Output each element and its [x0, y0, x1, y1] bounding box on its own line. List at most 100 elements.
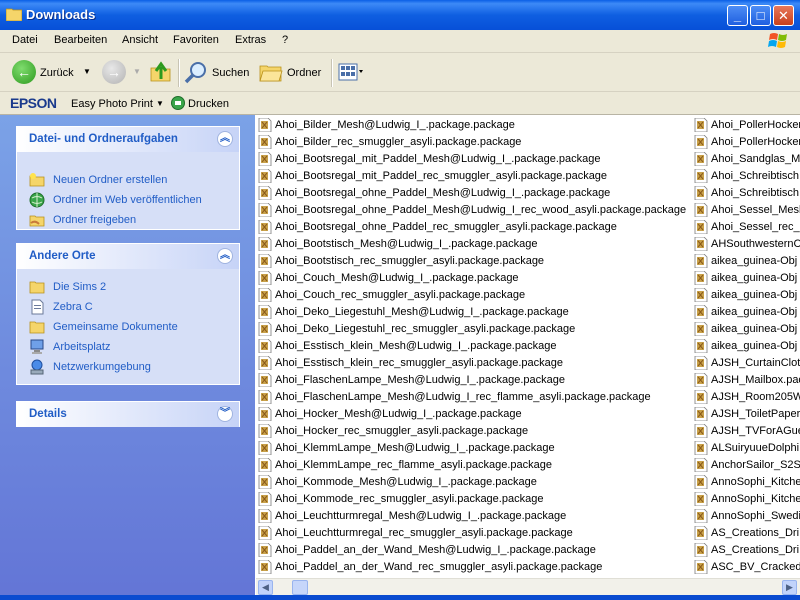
file-name: aikea_guinea-Obj: [711, 323, 798, 335]
menu-bar: Datei Bearbeiten Ansicht Favoriten Extra…: [0, 30, 800, 53]
panel-header[interactable]: Details ︾: [17, 402, 239, 427]
package-file-icon: [694, 134, 708, 150]
package-file-icon: [258, 270, 272, 286]
print-icon[interactable]: [171, 96, 185, 110]
package-file-icon: [258, 559, 272, 575]
document-icon: [31, 299, 44, 315]
back-button[interactable]: ←: [12, 60, 36, 84]
package-file-icon: [694, 253, 708, 269]
folder-icon: [6, 8, 22, 21]
collapse-button[interactable]: ︽: [217, 248, 233, 264]
package-file-icon: [258, 406, 272, 422]
package-file-icon: [694, 270, 708, 286]
details-panel: Details ︾: [16, 401, 240, 427]
file-name: AS_Creations_Dri: [711, 544, 800, 556]
arrow-right-icon: →: [107, 64, 121, 80]
file-name: aikea_guinea-Obj: [711, 255, 798, 267]
search-icon[interactable]: [184, 61, 208, 85]
file-name: Ahoi_Bootstisch_Mesh@Ludwig_I_.package.p…: [275, 238, 538, 250]
back-dropdown-icon[interactable]: ▼: [83, 67, 91, 76]
epson-logo: EPSON: [10, 95, 57, 111]
menu-bearbeiten[interactable]: Bearbeiten: [54, 34, 107, 46]
menu-help[interactable]: ?: [282, 34, 288, 46]
scroll-right-button[interactable]: ▶: [782, 580, 797, 595]
package-file-icon: [694, 202, 708, 218]
file-name: AnnoSophi_Swedi: [711, 510, 800, 522]
folders-icon[interactable]: [259, 62, 283, 82]
file-name: Ahoi_Bootsregal_ohne_Paddel_rec_smuggler…: [275, 221, 617, 233]
easy-photo-print-button[interactable]: Easy Photo Print: [71, 98, 153, 110]
panel-title: Andere Orte: [29, 250, 96, 262]
package-file-icon: [694, 508, 708, 524]
file-name: Ahoi_FlaschenLampe_Mesh@Ludwig_I_rec_fla…: [275, 391, 651, 403]
menu-extras[interactable]: Extras: [235, 34, 266, 46]
easy-photo-print-dropdown-icon[interactable]: ▼: [156, 99, 164, 108]
chevron-up-icon: ︽: [220, 250, 230, 261]
package-file-icon: [694, 542, 708, 558]
minimize-icon: _: [733, 8, 742, 23]
window-title: Downloads: [26, 7, 96, 22]
package-file-icon: [258, 253, 272, 269]
file-name: Ahoi_Deko_Liegestuhl_Mesh@Ludwig_I_.pack…: [275, 306, 569, 318]
package-file-icon: [258, 508, 272, 524]
expand-button[interactable]: ︾: [217, 406, 233, 422]
menu-datei[interactable]: Datei: [12, 34, 38, 46]
panel-title: Details: [29, 408, 67, 420]
title-bar[interactable]: Downloads _ □ ✕: [0, 0, 800, 30]
file-name: Ahoi_KlemmLampe_rec_flamme_asyli.package…: [275, 459, 552, 471]
toolbar-separator: [178, 59, 180, 87]
collapse-button[interactable]: ︽: [217, 131, 233, 147]
file-name: Ahoi_Schreibtisch: [711, 170, 800, 182]
print-button[interactable]: Drucken: [188, 98, 229, 110]
scroll-left-button[interactable]: ◀: [258, 580, 273, 595]
file-name: Ahoi_Schreibtisch: [711, 187, 800, 199]
scroll-thumb[interactable]: [292, 580, 308, 595]
package-file-icon: [694, 236, 708, 252]
file-name: AJSH_CurtainClot: [711, 357, 800, 369]
package-file-icon: [258, 491, 272, 507]
file-name: Ahoi_Bootsregal_mit_Paddel_Mesh@Ludwig_I…: [275, 153, 601, 165]
file-name: Ahoi_Couch_Mesh@Ludwig_I_.package.packag…: [275, 272, 519, 284]
file-list[interactable]: Ahoi_Bilder_Mesh@Ludwig_I_.package.packa…: [256, 115, 800, 578]
package-file-icon: [258, 219, 272, 235]
package-file-icon: [694, 457, 708, 473]
minimize-button[interactable]: _: [727, 5, 748, 26]
file-name: aikea_guinea-Obj: [711, 306, 798, 318]
panel-header[interactable]: Andere Orte ︽: [17, 244, 239, 269]
task-pane: Datei- und Ordneraufgaben ︽ Neuen Ordner…: [0, 115, 255, 600]
arrow-left-icon: ←: [17, 64, 31, 80]
back-label[interactable]: Zurück: [40, 67, 74, 79]
folder-icon: [29, 321, 45, 334]
globe-icon: [29, 192, 45, 208]
file-name: Ahoi_Leuchtturmregal_rec_smuggler_asyli.…: [275, 527, 573, 539]
windows-logo-icon: [768, 33, 787, 48]
file-name: Ahoi_Bootsregal_mit_Paddel_rec_smuggler_…: [275, 170, 608, 182]
maximize-button[interactable]: □: [750, 5, 771, 26]
folders-button[interactable]: Ordner: [287, 67, 321, 79]
search-button[interactable]: Suchen: [212, 67, 249, 79]
file-name: Ahoi_Couch_rec_smuggler_asyli.package.pa…: [275, 289, 526, 301]
file-name: Ahoi_Bilder_rec_smuggler_asyli.package.p…: [275, 136, 522, 148]
forward-dropdown-icon[interactable]: ▼: [133, 67, 141, 76]
menu-ansicht[interactable]: Ansicht: [122, 34, 158, 46]
package-file-icon: [258, 185, 272, 201]
other-places-panel: Andere Orte ︽ Die Sims 2 Zebra C Gemeins…: [16, 243, 240, 385]
epson-toolbar: EPSON Easy Photo Print ▼ Drucken: [0, 92, 800, 115]
file-name: aikea_guinea-Obj: [711, 289, 798, 301]
maximize-icon: □: [756, 8, 765, 23]
horizontal-scrollbar[interactable]: ◀ ▶: [256, 578, 800, 596]
package-file-icon: [694, 372, 708, 388]
close-icon: ✕: [778, 8, 789, 23]
package-file-icon: [694, 185, 708, 201]
chevron-down-icon: ︾: [220, 408, 230, 419]
package-file-icon: [258, 338, 272, 354]
folder-up-icon[interactable]: [150, 61, 172, 83]
file-name: Ahoi_Bootstisch_rec_smuggler_asyli.packa…: [275, 255, 545, 267]
file-name: Ahoi_KlemmLampe_Mesh@Ludwig_I_.package.p…: [275, 442, 555, 454]
file-name: aikea_guinea-Obj: [711, 272, 798, 284]
views-icon[interactable]: [338, 63, 364, 81]
forward-button[interactable]: →: [102, 60, 126, 84]
close-button[interactable]: ✕: [773, 5, 794, 26]
menu-favoriten[interactable]: Favoriten: [173, 34, 219, 46]
panel-header[interactable]: Datei- und Ordneraufgaben ︽: [17, 127, 239, 152]
